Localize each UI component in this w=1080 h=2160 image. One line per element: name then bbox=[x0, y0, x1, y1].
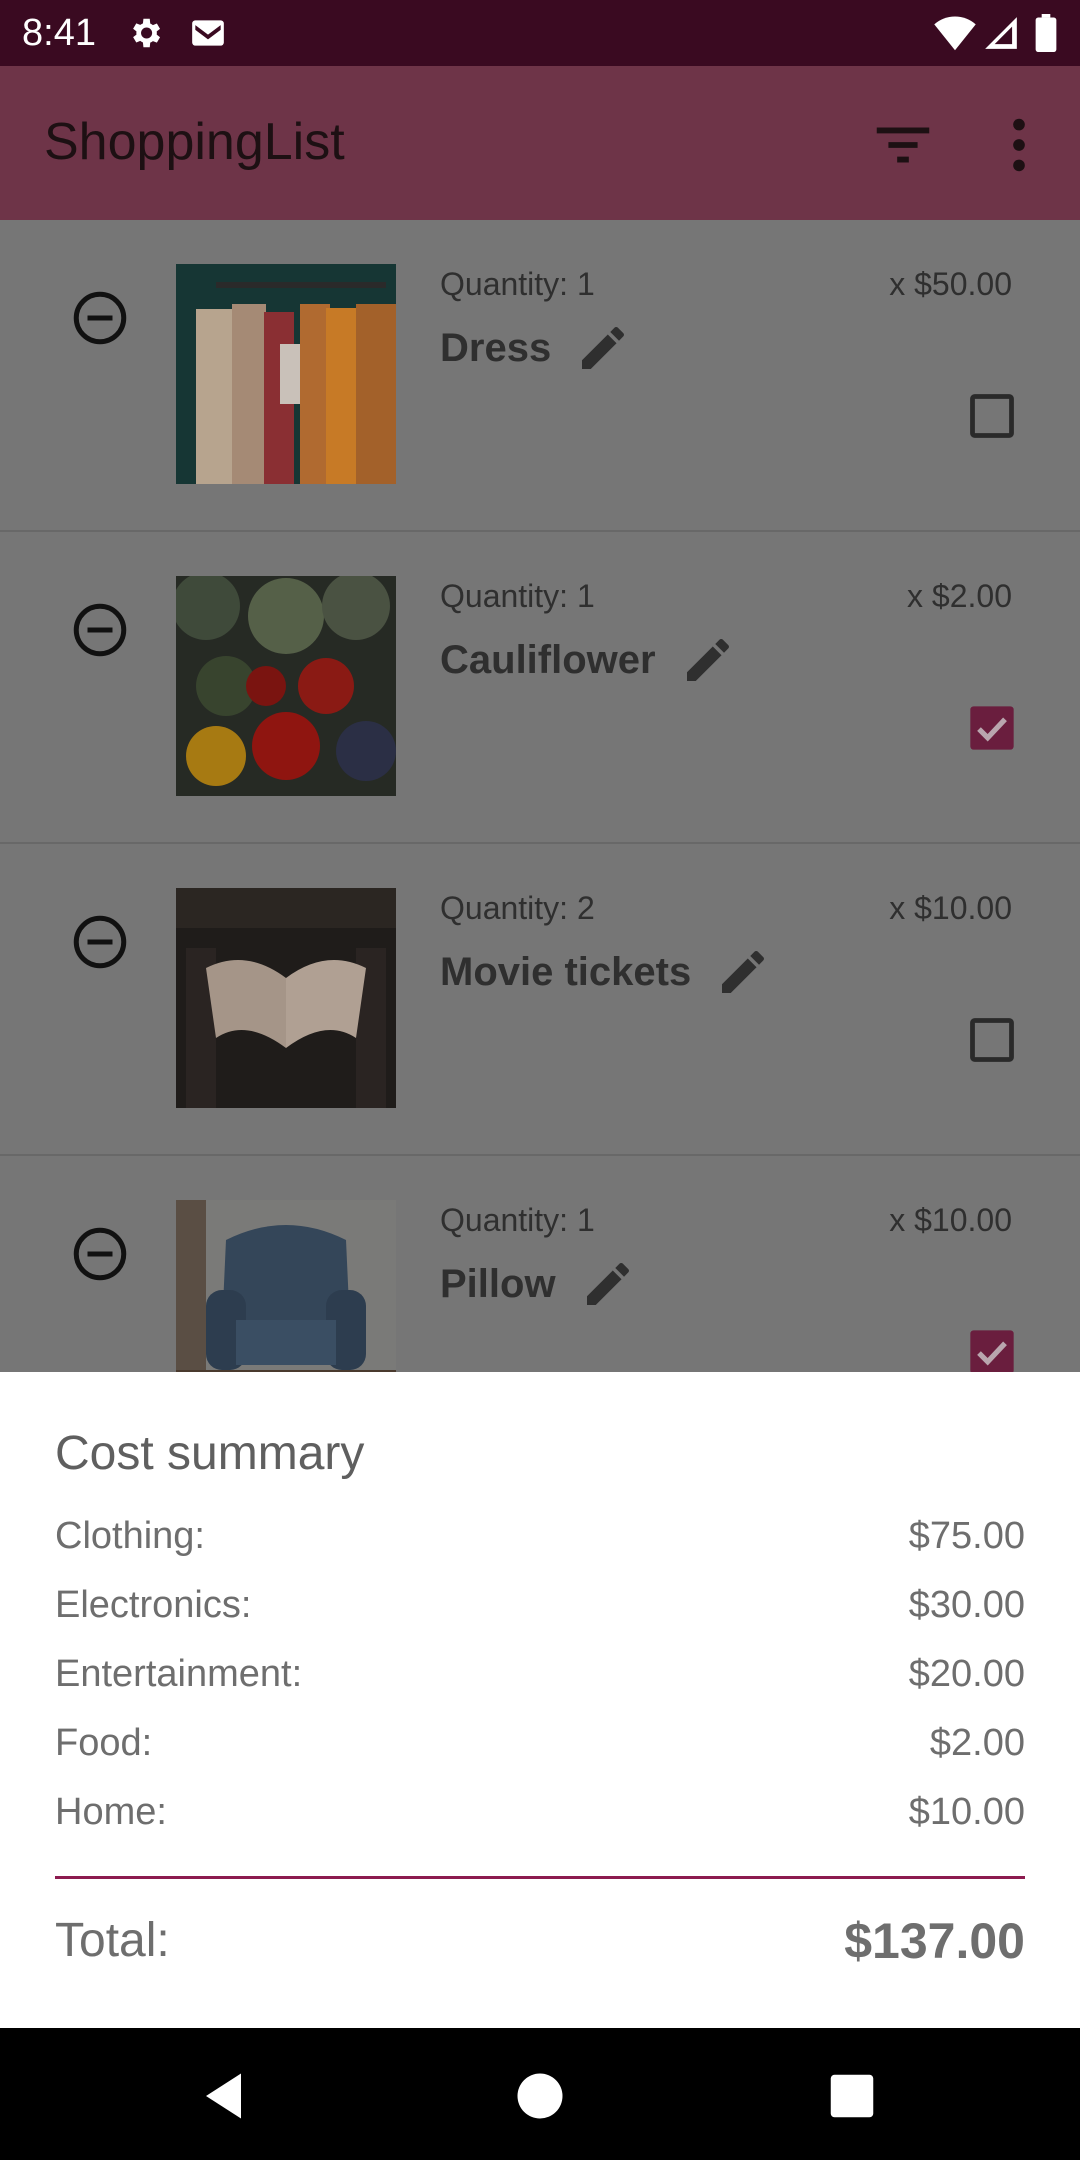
cost-row: Home: $10.00 bbox=[55, 1786, 1025, 1838]
summary-divider bbox=[55, 1876, 1025, 1879]
item-name-row: Pillow bbox=[440, 1256, 636, 1312]
status-bar: 8:41 bbox=[0, 0, 1080, 66]
armchair-photo bbox=[176, 1200, 396, 1372]
home-icon[interactable] bbox=[510, 2066, 570, 2126]
item-name: Dress bbox=[440, 326, 552, 370]
filter-icon[interactable] bbox=[868, 110, 938, 180]
remove-item-icon[interactable] bbox=[70, 288, 130, 348]
cost-label: Clothing: bbox=[55, 1515, 205, 1557]
battery-icon bbox=[1034, 14, 1058, 57]
settings-icon bbox=[126, 14, 164, 57]
cost-row: Food: $2.00 bbox=[55, 1717, 1025, 1769]
list-item[interactable]: Quantity: 1 x $10.00 Pillow bbox=[0, 1156, 1080, 1372]
total-value: $137.00 bbox=[844, 1913, 1025, 1969]
app-title: ShoppingList bbox=[44, 113, 345, 171]
item-name-row: Dress bbox=[440, 320, 631, 376]
remove-item-icon[interactable] bbox=[70, 1224, 130, 1284]
cost-value: $2.00 bbox=[929, 1722, 1025, 1764]
app-bar: ShoppingList bbox=[0, 66, 1080, 220]
item-checkbox[interactable] bbox=[966, 390, 1018, 442]
cost-label: Home: bbox=[55, 1791, 167, 1833]
item-quantity: Quantity: 1 bbox=[440, 266, 595, 302]
recents-icon[interactable] bbox=[822, 2066, 882, 2126]
back-icon[interactable] bbox=[196, 2066, 256, 2126]
more-vert-icon[interactable] bbox=[984, 110, 1054, 180]
cost-row: Electronics: $30.00 bbox=[55, 1579, 1025, 1631]
cost-row: Clothing: $75.00 bbox=[55, 1510, 1025, 1562]
cost-label: Electronics: bbox=[55, 1584, 252, 1626]
total-label: Total: bbox=[55, 1914, 170, 1967]
edit-icon[interactable] bbox=[575, 320, 631, 376]
cost-value: $75.00 bbox=[908, 1515, 1025, 1557]
cost-label: Food: bbox=[55, 1722, 153, 1764]
system-nav-bar bbox=[0, 2028, 1080, 2160]
item-price: x $50.00 bbox=[889, 266, 1012, 302]
item-name-row: Cauliflower bbox=[440, 632, 736, 688]
item-quantity: Quantity: 1 bbox=[440, 578, 595, 614]
edit-icon[interactable] bbox=[680, 632, 736, 688]
item-checkbox-checked[interactable] bbox=[966, 702, 1018, 754]
list-item[interactable]: Quantity: 2 x $10.00 Movie tickets bbox=[0, 844, 1080, 1156]
remove-item-icon[interactable] bbox=[70, 600, 130, 660]
item-name: Cauliflower bbox=[440, 638, 656, 682]
cost-value: $10.00 bbox=[908, 1791, 1025, 1833]
edit-icon[interactable] bbox=[715, 944, 771, 1000]
cost-value: $20.00 bbox=[908, 1653, 1025, 1695]
item-price: x $10.00 bbox=[889, 1202, 1012, 1238]
item-checkbox[interactable] bbox=[966, 1014, 1018, 1066]
vegetables-photo bbox=[176, 576, 396, 796]
item-price: x $2.00 bbox=[907, 578, 1012, 614]
cost-summary-sheet: Cost summary Clothing: $75.00 Electronic… bbox=[0, 1372, 1080, 2028]
edit-icon[interactable] bbox=[580, 1256, 636, 1312]
item-name: Movie tickets bbox=[440, 950, 692, 994]
item-name: Pillow bbox=[440, 1262, 556, 1306]
open-book-photo bbox=[176, 888, 396, 1108]
item-price: x $10.00 bbox=[889, 890, 1012, 926]
status-time: 8:41 bbox=[22, 12, 96, 54]
cost-summary-title: Cost summary bbox=[55, 1427, 365, 1480]
clothes-rack-photo bbox=[176, 264, 396, 484]
gmail-icon bbox=[188, 14, 228, 57]
item-checkbox-checked[interactable] bbox=[966, 1326, 1018, 1372]
list-item[interactable]: Quantity: 1 x $50.00 Dress bbox=[0, 220, 1080, 532]
remove-item-icon[interactable] bbox=[70, 912, 130, 972]
list-item[interactable]: Quantity: 1 x $2.00 Cauliflower bbox=[0, 532, 1080, 844]
cost-value: $30.00 bbox=[908, 1584, 1025, 1626]
shopping-list: Quantity: 1 x $50.00 Dress Quantity: 1 x… bbox=[0, 220, 1080, 1372]
item-quantity: Quantity: 1 bbox=[440, 1202, 595, 1238]
signal-icon bbox=[982, 14, 1020, 57]
item-name-row: Movie tickets bbox=[440, 944, 771, 1000]
item-quantity: Quantity: 2 bbox=[440, 890, 595, 926]
cost-label: Entertainment: bbox=[55, 1653, 303, 1695]
cost-row: Entertainment: $20.00 bbox=[55, 1648, 1025, 1700]
wifi-icon bbox=[934, 14, 976, 57]
